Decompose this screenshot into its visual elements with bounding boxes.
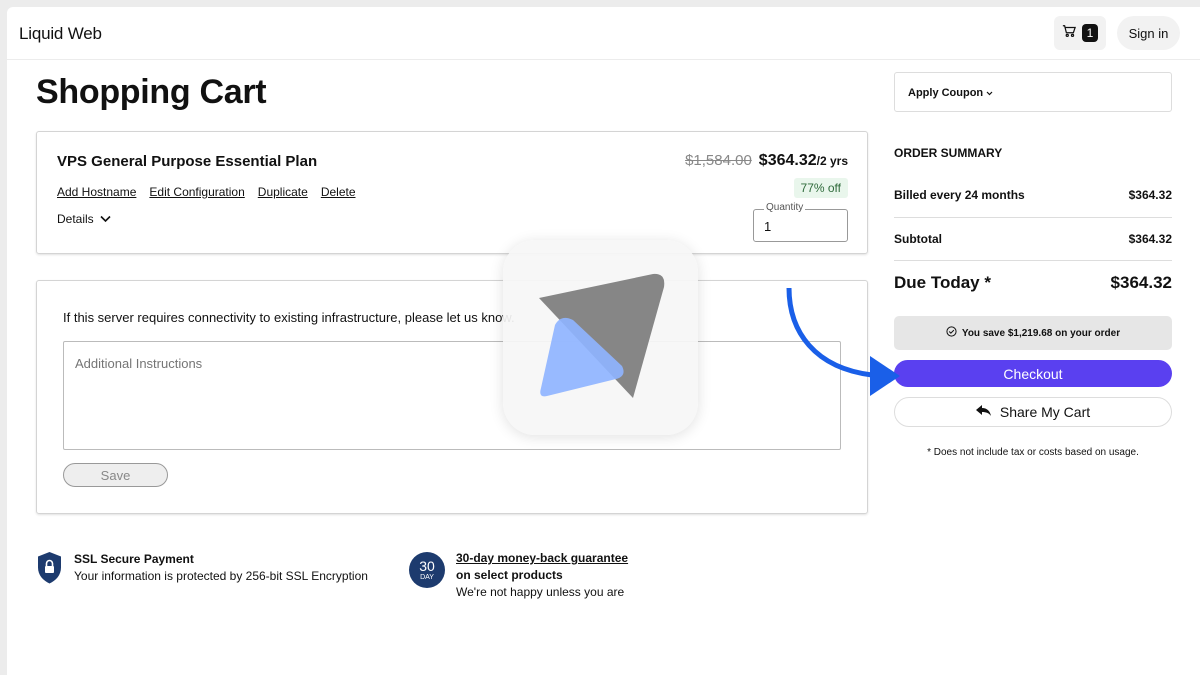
billed-row: Billed every 24 months $364.32 — [894, 188, 1172, 202]
save-button[interactable]: Save — [63, 463, 168, 487]
savings-text: You save $1,219.68 on your order — [961, 327, 1121, 339]
money-back-text: 30-day money-back guarantee on select pr… — [456, 550, 628, 601]
order-summary-title: ORDER SUMMARY — [894, 146, 1003, 160]
money-back-badge: 30 DAY 30-day money-back guarantee on se… — [409, 550, 628, 601]
ssl-text: SSL Secure Payment Your information is p… — [74, 551, 368, 590]
share-cart-label: Share My Cart — [999, 404, 1091, 420]
plan-name: VPS General Purpose Essential Plan — [57, 153, 318, 170]
money-back-subtitle: on select products — [456, 568, 563, 582]
summary-divider — [894, 217, 1172, 218]
cart-button[interactable]: 1 — [1054, 16, 1106, 50]
due-today-value: $364.32 — [1110, 273, 1172, 292]
pointer-logo-overlay — [503, 240, 698, 435]
cart-count-badge: 1 — [1082, 24, 1098, 42]
tax-footnote: * Does not include tax or costs based on… — [927, 447, 1139, 458]
annotation-arrow-icon — [786, 287, 900, 396]
check-circle-icon — [946, 326, 957, 340]
quantity-value: 1 — [764, 219, 772, 234]
plan-actions: Add Hostname Edit Configuration Duplicat… — [57, 185, 356, 199]
details-label: Details — [57, 212, 94, 226]
summary-divider — [894, 260, 1172, 261]
savings-banner: You save $1,219.68 on your order — [894, 316, 1172, 350]
price-row: $1,584.00 $364.32/2 yrs — [685, 152, 848, 170]
subtotal-label: Subtotal — [894, 232, 942, 246]
discount-badge: 77% off — [793, 178, 848, 198]
delete-link[interactable]: Delete — [321, 185, 356, 199]
badge-unit: DAY — [420, 574, 434, 581]
instructions-card: If this server requires connectivity to … — [36, 280, 868, 514]
billed-label: Billed every 24 months — [894, 188, 1025, 202]
checkout-button[interactable]: Checkout — [894, 360, 1172, 387]
ssl-description: Your information is protected by 256-bit… — [74, 569, 368, 583]
duplicate-link[interactable]: Duplicate — [258, 185, 308, 199]
details-toggle[interactable]: Details — [57, 212, 111, 226]
current-price: $364.32/2 yrs — [759, 152, 848, 170]
money-back-link[interactable]: 30-day money-back guarantee — [456, 550, 628, 567]
cart-icon — [1062, 24, 1076, 43]
coupon-label: Apply Coupon — [908, 87, 984, 99]
quantity-field[interactable]: Quantity 1 — [753, 202, 848, 242]
due-today-row: Due Today * $364.32 — [894, 273, 1172, 293]
chevron-down-icon — [100, 212, 111, 226]
instructions-prompt: If this server requires connectivity to … — [63, 310, 515, 325]
badge-number: 30 — [419, 558, 435, 574]
subtotal-row: Subtotal $364.32 — [894, 232, 1172, 246]
subtotal-value: $364.32 — [1128, 232, 1172, 246]
page-title: Shopping Cart — [36, 73, 267, 111]
price-term: /2 yrs — [816, 154, 848, 168]
sign-in-button[interactable]: Sign in — [1117, 16, 1180, 50]
quantity-label: Quantity — [764, 202, 806, 213]
top-bar: Liquid Web 1 Sign in — [7, 7, 1200, 60]
billed-value: $364.32 — [1128, 188, 1172, 202]
additional-instructions-textarea[interactable] — [63, 341, 841, 450]
edit-configuration-link[interactable]: Edit Configuration — [149, 185, 244, 199]
chevron-down-icon — [986, 87, 993, 99]
ssl-title: SSL Secure Payment — [74, 552, 194, 566]
cart-item-card: VPS General Purpose Essential Plan Add H… — [36, 131, 868, 254]
money-back-description: We're not happy unless you are — [456, 585, 625, 599]
original-price: $1,584.00 — [685, 152, 752, 169]
apply-coupon-dropdown[interactable]: Apply Coupon — [894, 72, 1172, 112]
thirty-day-badge-icon: 30 DAY — [409, 552, 445, 588]
price-value: $364.32 — [758, 152, 817, 169]
ssl-trust-badge: SSL Secure Payment Your information is p… — [36, 551, 368, 590]
brand-logo[interactable]: Liquid Web — [19, 24, 102, 44]
pointer-logo-icon — [539, 273, 665, 398]
shield-lock-icon — [36, 551, 63, 590]
share-cart-button[interactable]: Share My Cart — [894, 397, 1172, 427]
reply-arrow-icon — [975, 404, 992, 420]
add-hostname-link[interactable]: Add Hostname — [57, 185, 136, 199]
